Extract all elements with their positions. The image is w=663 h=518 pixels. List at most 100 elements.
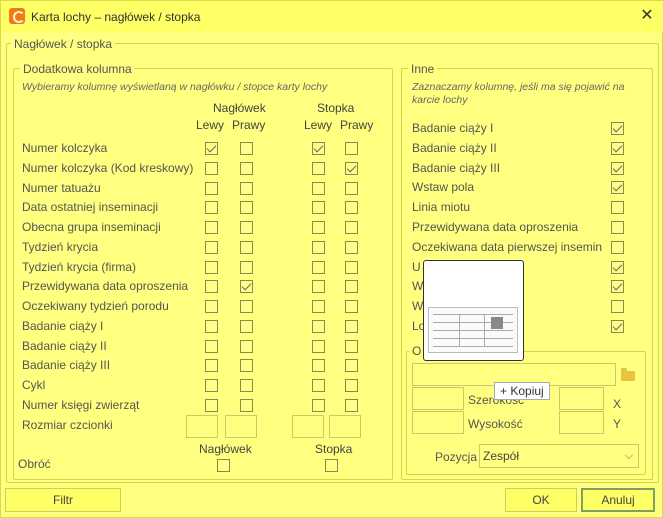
footer-left-checkbox[interactable] [312,379,325,392]
folder-icon[interactable] [621,368,635,381]
footer-left-checkbox[interactable] [312,162,325,175]
footer-left-checkbox[interactable] [312,142,325,155]
close-button[interactable]: ✕ [636,5,658,27]
footer-left-checkbox[interactable] [312,399,325,412]
footer-right-checkbox[interactable] [345,340,358,353]
footer-left-checkbox[interactable] [312,340,325,353]
header-right-checkbox[interactable] [240,300,253,313]
extra-column-title: Dodatkowa kolumna [20,62,135,76]
header-left-checkbox[interactable] [205,320,218,333]
rotate-label: Obróć [18,457,51,471]
header-left-checkbox[interactable] [205,182,218,195]
position-select[interactable]: Zespół ⌵ [479,444,639,468]
footer-left-checkbox[interactable] [312,320,325,333]
other-row-label: Oczekiwana data pierwszej insemin [412,240,603,254]
footer-right-checkbox[interactable] [345,359,358,372]
header-right-checkbox[interactable] [240,162,253,175]
filter-button[interactable]: Filtr [5,488,121,512]
footer-left-checkbox[interactable] [312,280,325,293]
footer-right-checkbox[interactable] [345,300,358,313]
header-right-checkbox[interactable] [240,261,253,274]
header-right-font-size-input[interactable] [225,415,257,438]
header-right-checkbox[interactable] [240,182,253,195]
header-left-checkbox[interactable] [205,280,218,293]
footer-right-checkbox[interactable] [345,182,358,195]
header-right-checkbox[interactable] [240,379,253,392]
height-input[interactable] [412,411,464,434]
header-right-checkbox[interactable] [240,142,253,155]
other-row-checkbox[interactable] [611,320,624,333]
extra-column-row-label: Data ostatniej inseminacji [22,200,159,214]
header-left-checkbox[interactable] [205,201,218,214]
other-row-checkbox[interactable] [611,122,624,135]
rotate-header-checkbox[interactable] [217,459,230,472]
position-label: Pozycja [435,450,478,464]
footer-right-checkbox[interactable] [345,221,358,234]
other-row-label: U [412,260,421,274]
x-input[interactable] [559,387,604,410]
header-right-checkbox[interactable] [240,221,253,234]
y-input[interactable] [559,411,604,434]
other-row-checkbox[interactable] [611,261,624,274]
header-left-checkbox[interactable] [205,399,218,412]
header-right-checkbox[interactable] [240,280,253,293]
other-row-checkbox[interactable] [611,162,624,175]
footer-right-checkbox[interactable] [345,399,358,412]
other-row-checkbox[interactable] [611,280,624,293]
other-row-checkbox[interactable] [611,221,624,234]
other-row-checkbox[interactable] [611,241,624,254]
footer-right-checkbox[interactable] [345,379,358,392]
footer-right-checkbox[interactable] [345,241,358,254]
header-left-checkbox[interactable] [205,261,218,274]
window-title: Karta lochy – nagłówek / stopka [31,10,201,24]
footer-left-checkbox[interactable] [312,221,325,234]
footer-left-checkbox[interactable] [312,182,325,195]
other-row-checkbox[interactable] [611,201,624,214]
header-left-checkbox[interactable] [205,379,218,392]
footer-right-font-size-input[interactable] [329,415,361,438]
footer-left-checkbox[interactable] [312,359,325,372]
height-label: Wysokość [468,417,523,431]
header-left-checkbox[interactable] [205,142,218,155]
footer-right-checkbox[interactable] [345,261,358,274]
extra-column-row-label: Numer kolczyka [22,141,108,155]
footer-left-checkbox[interactable] [312,300,325,313]
other-group-hint: Zaznaczamy kolumnę, jeśli ma się pojawić… [412,81,625,106]
footer-column-label: Stopka [317,101,355,115]
other-row-checkbox[interactable] [611,300,624,313]
cancel-button[interactable]: Anuluj [581,488,655,512]
drag-image-preview[interactable] [423,260,524,361]
header-left-checkbox[interactable] [205,300,218,313]
header-right-checkbox[interactable] [240,241,253,254]
rotate-footer-checkbox[interactable] [325,459,338,472]
header-left-checkbox[interactable] [205,359,218,372]
header-left-checkbox[interactable] [205,241,218,254]
footer-right-checkbox[interactable] [345,201,358,214]
footer-left-checkbox[interactable] [312,261,325,274]
footer-left-font-size-input[interactable] [292,415,324,438]
ok-button[interactable]: OK [505,488,577,512]
header-left-checkbox[interactable] [205,162,218,175]
footer-left-checkbox[interactable] [312,201,325,214]
header-right-checkbox[interactable] [240,201,253,214]
preview-sheet [428,307,518,353]
header-right-checkbox[interactable] [240,359,253,372]
width-input[interactable] [412,387,464,410]
header-left-checkbox[interactable] [205,340,218,353]
header-right-checkbox[interactable] [240,320,253,333]
footer-left-checkbox[interactable] [312,241,325,254]
title-bar[interactable]: Karta lochy – nagłówek / stopka ✕ [1,1,663,32]
footer-right-checkbox[interactable] [345,162,358,175]
other-row-checkbox[interactable] [611,142,624,155]
extra-column-row-label: Numer kolczyka (Kod kreskowy) [22,161,194,175]
footer-right-checkbox[interactable] [345,280,358,293]
footer-right-checkbox[interactable] [345,142,358,155]
other-row-checkbox[interactable] [611,181,624,194]
header-left-font-size-input[interactable] [186,415,218,438]
header-left-checkbox[interactable] [205,221,218,234]
extra-column-row-label: Badanie ciąży III [22,358,111,372]
header-right-checkbox[interactable] [240,340,253,353]
header-right-checkbox[interactable] [240,399,253,412]
font-size-label: Rozmiar czcionki [22,418,113,432]
footer-right-checkbox[interactable] [345,320,358,333]
